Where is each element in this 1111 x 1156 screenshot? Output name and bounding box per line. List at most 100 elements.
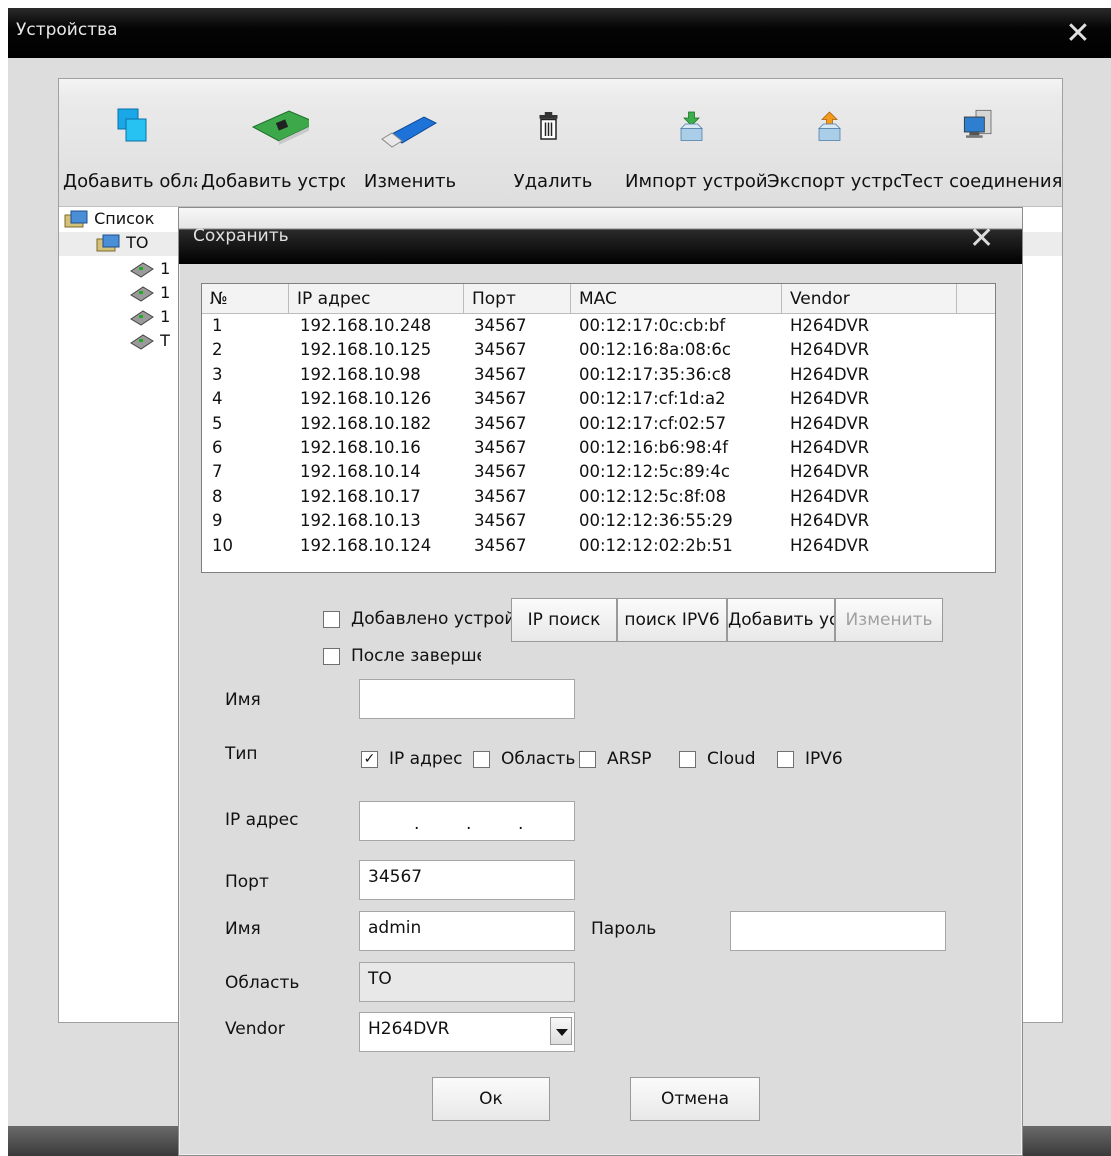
cell-mac: 00:12:16:b6:98:4f xyxy=(579,438,729,457)
cell-vendor: H264DVR xyxy=(790,316,870,335)
add-area-icon xyxy=(117,108,147,142)
type-area-label: Область xyxy=(501,749,576,769)
close-icon[interactable]: ✕ xyxy=(969,224,994,254)
cell-vendor: H264DVR xyxy=(790,462,870,482)
after-complete-checkbox[interactable] xyxy=(323,648,340,665)
cell-number: 9 xyxy=(212,511,223,531)
table-row[interactable]: 4 192.168.10.126 34567 00:12:17:cf:1d:a2 H26… xyxy=(202,389,995,413)
export-button[interactable]: Экспорт устройств xyxy=(767,105,901,205)
device-search-list[interactable]: № IP адрес Порт MAC Vendor 1 192.168.10.2… xyxy=(201,283,996,573)
ipv6-search-button[interactable]: поиск IPV6 xyxy=(617,598,727,642)
cell-port: 34567 xyxy=(474,438,527,457)
cell-number: 4 xyxy=(212,389,223,409)
cell-number: 2 xyxy=(212,340,223,360)
added-devices-label: Добавлено устройство xyxy=(351,609,511,629)
table-row[interactable]: 2 192.168.10.125 34567 00:12:16:8a:08:6c H26… xyxy=(202,340,995,364)
cancel-button[interactable]: Отмена xyxy=(630,1077,760,1121)
column-header-vendor[interactable]: Vendor xyxy=(782,284,957,314)
cell-vendor: H264DVR xyxy=(790,340,870,360)
name-input[interactable] xyxy=(359,679,575,719)
type-area-checkbox[interactable] xyxy=(473,751,490,768)
add-device-button[interactable]: Добавить устройство xyxy=(201,105,345,205)
after-complete-label: После завершения xyxy=(351,646,481,666)
add-area-button[interactable]: Добавить область xyxy=(63,105,197,205)
tree-device-label: T xyxy=(160,331,170,350)
add-device-button[interactable]: Добавить устройство xyxy=(727,598,835,642)
dvr-device-icon xyxy=(130,309,154,326)
table-row[interactable]: 6 192.168.10.16 34567 00:12:16:b6:98:4f H264… xyxy=(202,438,995,462)
cell-vendor: H264DVR xyxy=(790,389,870,409)
tree-device[interactable]: 1 xyxy=(129,306,170,330)
table-row[interactable]: 7 192.168.10.14 34567 00:12:12:5c:89:4c H264… xyxy=(202,462,995,486)
cell-ip: 192.168.10.248 xyxy=(300,316,432,335)
type-ip-label: IP адрес xyxy=(389,749,463,769)
trash-icon xyxy=(539,112,558,140)
cell-number: 3 xyxy=(212,364,223,384)
column-header-mac[interactable]: MAC xyxy=(571,284,782,314)
cell-port: 34567 xyxy=(474,413,527,433)
cell-port: 34567 xyxy=(474,462,527,482)
cell-ip: 192.168.10.126 xyxy=(300,389,432,409)
cell-vendor: H264DVR xyxy=(790,413,870,433)
added-devices-checkbox[interactable] xyxy=(323,611,340,628)
type-ip-checkbox[interactable]: ✓ xyxy=(361,751,378,768)
username-input[interactable]: admin xyxy=(359,911,575,951)
type-arsp-label: ARSP xyxy=(607,749,652,769)
tree-device[interactable]: 1 xyxy=(129,258,170,282)
ip-search-button[interactable]: IP поиск xyxy=(511,598,617,642)
connection-test-label: Тест соединения xyxy=(901,171,1061,192)
cell-port: 34567 xyxy=(474,486,527,506)
tree-device[interactable]: 1 xyxy=(129,282,170,306)
type-label: Тип xyxy=(225,744,258,764)
cell-number: 7 xyxy=(212,462,223,482)
edit-button[interactable]: Изменить xyxy=(835,598,943,642)
password-input[interactable] xyxy=(730,911,946,951)
cell-port: 34567 xyxy=(474,364,527,384)
type-cloud-label: Cloud xyxy=(707,749,756,769)
add-area-label: Добавить область xyxy=(63,171,197,192)
column-header-empty xyxy=(957,284,995,314)
column-header-number[interactable]: № xyxy=(202,284,289,314)
column-header-port[interactable]: Порт xyxy=(464,284,571,314)
folder-network-icon xyxy=(64,210,88,227)
import-button[interactable]: Импорт устройств xyxy=(625,105,767,205)
cell-mac: 00:12:12:36:55:29 xyxy=(579,511,733,531)
ok-button[interactable]: Ок xyxy=(432,1077,550,1121)
tree-device[interactable]: T xyxy=(129,330,170,354)
table-row[interactable]: 3 192.168.10.98 34567 00:12:17:35:36:c8 H264… xyxy=(202,365,995,389)
cell-ip: 192.168.10.13 xyxy=(300,511,421,531)
column-header-ip[interactable]: IP адрес xyxy=(289,284,464,314)
cell-ip: 192.168.10.98 xyxy=(300,364,421,384)
table-row[interactable]: 10 192.168.10.124 34567 00:12:12:02:2b:51 H2… xyxy=(202,536,995,560)
table-row[interactable]: 1 192.168.10.248 34567 00:12:17:0c:cb:bf H26… xyxy=(202,316,995,340)
type-ipv6-label: IPV6 xyxy=(805,749,843,769)
export-label: Экспорт устройств xyxy=(767,171,901,192)
chevron-down-icon[interactable] xyxy=(550,1017,572,1045)
type-arsp-checkbox[interactable] xyxy=(579,751,596,768)
table-row[interactable]: 5 192.168.10.182 34567 00:12:17:cf:02:57 H26… xyxy=(202,414,995,438)
close-icon[interactable]: ✕ xyxy=(1063,19,1093,50)
cell-vendor: H264DVR xyxy=(790,486,870,506)
table-row[interactable]: 9 192.168.10.13 34567 00:12:12:36:55:29 H264… xyxy=(202,511,995,535)
tree-device-label: 1 xyxy=(160,307,171,326)
tree-area-to[interactable]: TO xyxy=(95,232,148,256)
list-header: № IP адрес Порт MAC Vendor xyxy=(202,284,995,314)
window-titlebar[interactable]: Устройства ✕ xyxy=(8,8,1111,58)
port-input[interactable]: 34567 xyxy=(359,860,575,900)
port-label: Порт xyxy=(225,872,269,892)
dialog-titlebar[interactable]: Сохранить ✕ xyxy=(179,208,1022,264)
vendor-select[interactable]: H264DVR xyxy=(359,1012,575,1052)
connection-test-button[interactable]: Тест соединения xyxy=(901,105,1061,205)
tree-root-list[interactable]: Список xyxy=(63,208,154,232)
delete-button[interactable]: Удалить xyxy=(503,105,603,205)
cell-port: 34567 xyxy=(474,340,527,360)
table-row[interactable]: 8 192.168.10.17 34567 00:12:12:5c:8f:08 H264… xyxy=(202,487,995,511)
type-ipv6-checkbox[interactable] xyxy=(777,751,794,768)
cell-ip: 192.168.10.124 xyxy=(300,535,432,555)
area-label: Область xyxy=(225,973,300,993)
edit-button[interactable]: Изменить xyxy=(355,105,465,205)
type-cloud-checkbox[interactable] xyxy=(679,751,696,768)
cell-ip: 192.168.10.125 xyxy=(300,340,432,360)
ip-address-input[interactable]: . . . xyxy=(359,801,575,841)
cell-mac: 00:12:12:02:2b:51 xyxy=(579,535,733,555)
